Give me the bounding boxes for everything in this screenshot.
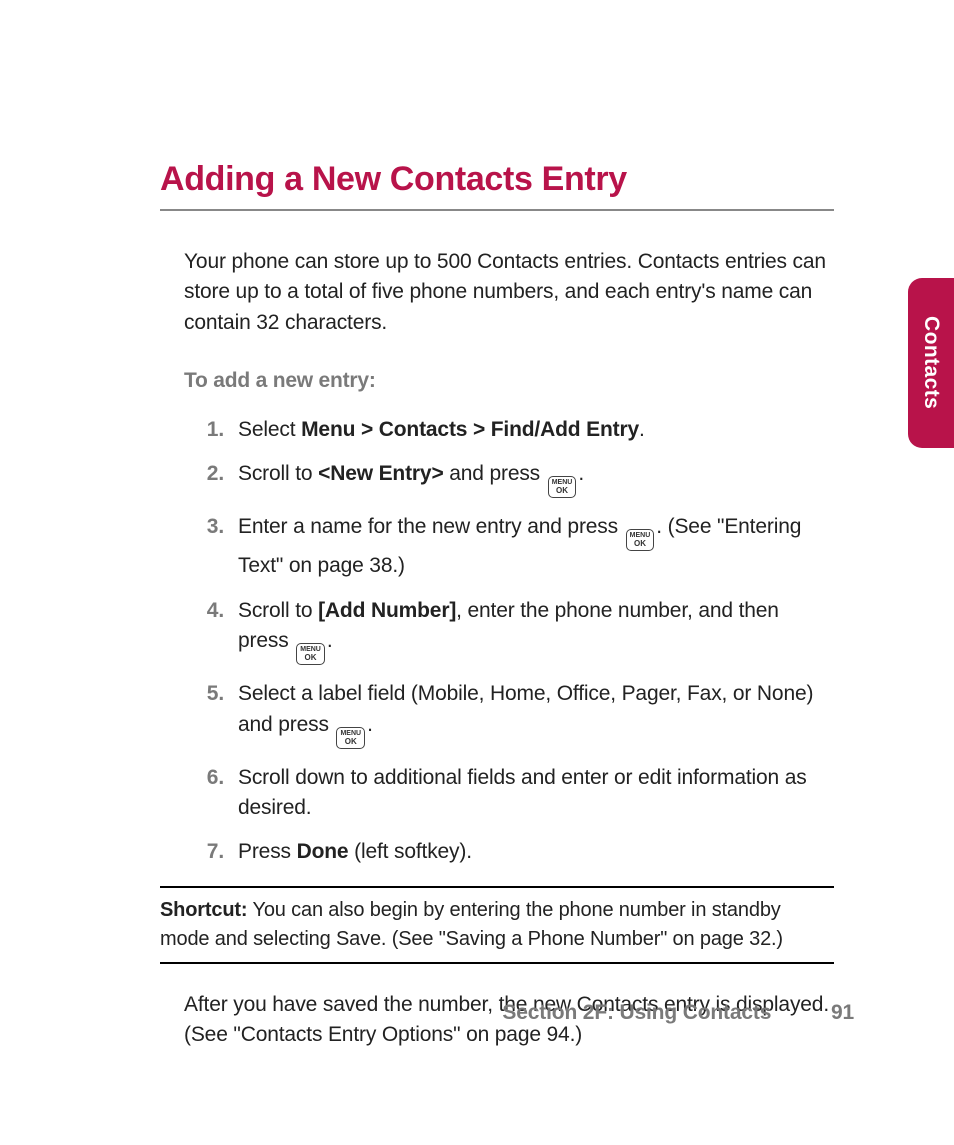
section-tab-contacts: Contacts <box>908 278 954 448</box>
step-text: Press Done (left softkey). <box>238 837 834 867</box>
step-item: 4.Scroll to [Add Number], enter the phon… <box>184 596 834 665</box>
step-text: Select Menu > Contacts > Find/Add Entry. <box>238 415 834 445</box>
shortcut-text: You can also begin by entering the phone… <box>160 899 783 950</box>
step-item: 7.Press Done (left softkey). <box>184 837 834 867</box>
step-bold-text: Done <box>297 840 349 863</box>
menu-ok-key-icon: MENUOK <box>296 643 325 665</box>
shortcut-label: Shortcut: <box>160 899 247 921</box>
step-number: 5. <box>184 679 238 748</box>
menu-ok-key-icon: MENUOK <box>548 476 577 498</box>
step-number: 4. <box>184 596 238 665</box>
title-divider <box>160 209 834 211</box>
step-text: Select a label field (Mobile, Home, Offi… <box>238 679 834 748</box>
intro-paragraph: Your phone can store up to 500 Contacts … <box>184 247 834 338</box>
step-number: 3. <box>184 512 238 581</box>
step-bold-text: <New Entry> <box>318 462 443 485</box>
step-bold-text: [Add Number] <box>318 599 456 622</box>
step-number: 7. <box>184 837 238 867</box>
step-item: 3.Enter a name for the new entry and pre… <box>184 512 834 581</box>
shortcut-note: Shortcut: You can also begin by entering… <box>160 886 834 964</box>
step-text: Scroll to <New Entry> and press MENUOK. <box>238 459 834 498</box>
step-item: 2.Scroll to <New Entry> and press MENUOK… <box>184 459 834 498</box>
step-item: 5.Select a label field (Mobile, Home, Of… <box>184 679 834 748</box>
step-text: Scroll to [Add Number], enter the phone … <box>238 596 834 665</box>
step-number: 6. <box>184 763 238 824</box>
page-footer: Section 2F: Using Contacts 91 <box>502 1001 854 1025</box>
step-text: Enter a name for the new entry and press… <box>238 512 834 581</box>
manual-page: Contacts Adding a New Contacts Entry You… <box>0 0 954 1145</box>
page-title: Adding a New Contacts Entry <box>160 160 834 199</box>
section-tab-label: Contacts <box>919 316 943 409</box>
step-number: 2. <box>184 459 238 498</box>
menu-ok-key-icon: MENUOK <box>336 727 365 749</box>
step-item: 6.Scroll down to additional fields and e… <box>184 763 834 824</box>
step-list: 1.Select Menu > Contacts > Find/Add Entr… <box>184 415 834 868</box>
procedure-subhead: To add a new entry: <box>184 366 834 396</box>
content-body: Your phone can store up to 500 Contacts … <box>160 247 834 1051</box>
footer-page-number: 91 <box>831 1001 854 1024</box>
step-text: Scroll down to additional fields and ent… <box>238 763 834 824</box>
footer-section-label: Section 2F: Using Contacts <box>502 1001 771 1024</box>
step-item: 1.Select Menu > Contacts > Find/Add Entr… <box>184 415 834 445</box>
menu-ok-key-icon: MENUOK <box>626 529 655 551</box>
step-number: 1. <box>184 415 238 445</box>
step-bold-text: Menu > Contacts > Find/Add Entry <box>301 418 639 441</box>
